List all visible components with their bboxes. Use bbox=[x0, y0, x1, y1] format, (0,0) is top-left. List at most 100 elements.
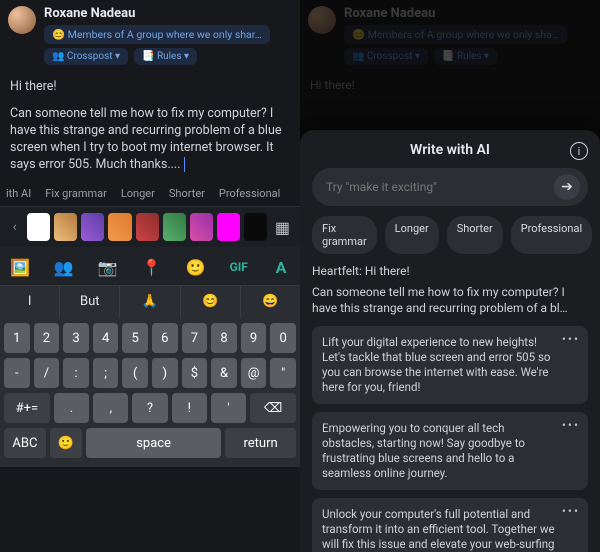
suggestion-with-ai[interactable]: ith AI bbox=[6, 187, 31, 200]
key-0[interactable]: 0 bbox=[270, 323, 296, 353]
ai-result-card[interactable]: Empowering you to conquer all tech obsta… bbox=[312, 412, 588, 490]
gif-icon[interactable]: GIF bbox=[230, 257, 248, 277]
location-icon[interactable]: 📍 bbox=[142, 257, 162, 277]
key-at[interactable]: @ bbox=[241, 358, 267, 388]
key-period[interactable]: . bbox=[54, 393, 89, 423]
swatch-3[interactable] bbox=[81, 213, 104, 241]
key-backspace[interactable]: ⌫ bbox=[250, 393, 296, 423]
prediction-4[interactable]: 😊 bbox=[181, 286, 241, 317]
key-7[interactable]: 7 bbox=[182, 323, 208, 353]
pill-fix-grammar[interactable]: Fix grammar bbox=[312, 216, 377, 254]
key-8[interactable]: 8 bbox=[211, 323, 237, 353]
more-icon[interactable]: ••• bbox=[562, 332, 580, 348]
feeling-icon[interactable]: 🙂 bbox=[186, 257, 206, 277]
write-with-ai-screen: Roxane Nadeau 😊 Members of A group where… bbox=[300, 0, 600, 552]
swatch-prev-icon[interactable]: ‹ bbox=[6, 213, 23, 241]
key-semicolon[interactable]: ; bbox=[93, 358, 119, 388]
key-symbols[interactable]: #+= bbox=[4, 393, 50, 423]
key-rparen[interactable]: ) bbox=[152, 358, 178, 388]
swatch-5[interactable] bbox=[136, 213, 159, 241]
ai-result-text: Empowering you to conquer all tech obsta… bbox=[322, 421, 525, 480]
text-style-icon[interactable]: A bbox=[272, 257, 290, 277]
key-lparen[interactable]: ( bbox=[122, 358, 148, 388]
keyboard-row-3: #+= . , ? ! ' ⌫ bbox=[4, 393, 296, 423]
ai-prompt-input[interactable] bbox=[326, 180, 554, 194]
key-1[interactable]: 1 bbox=[4, 323, 30, 353]
ai-source-summary: Can someone tell me how to fix my comput… bbox=[312, 284, 588, 316]
key-abc[interactable]: ABC bbox=[4, 428, 46, 458]
prediction-2[interactable]: But bbox=[60, 286, 120, 317]
keyboard-predictions: I But 🙏 😊 😄 bbox=[0, 285, 300, 317]
key-dash[interactable]: - bbox=[4, 358, 30, 388]
key-dollar[interactable]: $ bbox=[182, 358, 208, 388]
key-emoji[interactable]: 🙂 bbox=[50, 428, 82, 458]
info-icon[interactable]: i bbox=[570, 142, 588, 160]
key-2[interactable]: 2 bbox=[34, 323, 60, 353]
ai-sheet: Write with AI i ➔ Fix grammar Longer Sho… bbox=[300, 130, 600, 552]
suggestion-longer[interactable]: Longer bbox=[121, 187, 155, 200]
key-9[interactable]: 9 bbox=[241, 323, 267, 353]
dim-post-preview: Hi there! bbox=[300, 71, 600, 99]
key-colon[interactable]: : bbox=[63, 358, 89, 388]
key-3[interactable]: 3 bbox=[63, 323, 89, 353]
prediction-5[interactable]: 😄 bbox=[241, 286, 300, 317]
compose-text-area[interactable]: Hi there! Can someone tell me how to fix… bbox=[0, 71, 300, 181]
swatch-7[interactable] bbox=[190, 213, 213, 241]
suggestion-professional[interactable]: Professional bbox=[219, 187, 280, 200]
key-5[interactable]: 5 bbox=[122, 323, 148, 353]
swatch-more-icon[interactable]: ▦ bbox=[271, 213, 294, 241]
key-space[interactable]: space bbox=[86, 428, 221, 458]
ai-quick-pills: Fix grammar Longer Shorter Professional bbox=[312, 216, 588, 254]
prediction-3[interactable]: 🙏 bbox=[120, 286, 180, 317]
audience-chip[interactable]: 😊 Members of A group where we only shar… bbox=[44, 25, 270, 44]
user-name: Roxane Nadeau bbox=[344, 6, 592, 21]
avatar bbox=[308, 6, 336, 34]
key-quote[interactable]: " bbox=[270, 358, 296, 388]
swatch-4[interactable] bbox=[108, 213, 131, 241]
submit-prompt-icon[interactable]: ➔ bbox=[554, 174, 580, 200]
more-icon[interactable]: ••• bbox=[562, 418, 580, 434]
suggestion-fix-grammar[interactable]: Fix grammar bbox=[45, 187, 107, 200]
compose-screen: Roxane Nadeau 😊 Members of A group where… bbox=[0, 0, 300, 552]
camera-icon[interactable]: 📷 bbox=[98, 257, 118, 277]
more-icon[interactable]: ••• bbox=[562, 504, 580, 520]
ai-prompt-field[interactable]: ➔ bbox=[312, 168, 588, 206]
swatch-9[interactable] bbox=[244, 213, 267, 241]
swatch-2[interactable] bbox=[54, 213, 77, 241]
sheet-title: Write with AI bbox=[410, 142, 490, 158]
key-amp[interactable]: & bbox=[211, 358, 237, 388]
key-4[interactable]: 4 bbox=[93, 323, 119, 353]
key-apostrophe[interactable]: ' bbox=[211, 393, 246, 423]
ai-result-card[interactable]: Unlock your computer's full potential an… bbox=[312, 498, 588, 552]
ai-result-card[interactable]: Lift your digital experience to new heig… bbox=[312, 326, 588, 404]
audience-chip: 😊 Members of A group where we only sha… bbox=[344, 25, 567, 44]
key-exclaim[interactable]: ! bbox=[172, 393, 207, 423]
swatch-8[interactable] bbox=[217, 213, 240, 241]
post-greeting: Hi there! bbox=[10, 79, 290, 96]
background-swatches: ‹ ▦ bbox=[0, 207, 300, 247]
prediction-1[interactable]: I bbox=[0, 286, 60, 317]
keyboard: 1 2 3 4 5 6 7 8 9 0 - / : ; ( ) $ & @ " … bbox=[0, 317, 300, 467]
pill-longer[interactable]: Longer bbox=[385, 216, 439, 254]
key-6[interactable]: 6 bbox=[152, 323, 178, 353]
image-icon[interactable]: 🖼️ bbox=[10, 257, 30, 277]
pill-professional[interactable]: Professional bbox=[511, 216, 592, 254]
suggestion-shorter[interactable]: Shorter bbox=[169, 187, 205, 200]
keyboard-row-2: - / : ; ( ) $ & @ " bbox=[4, 358, 296, 388]
crosspost-chip[interactable]: 👥 Crosspost ▾ bbox=[44, 48, 128, 65]
tag-people-icon[interactable]: 👥 bbox=[54, 257, 74, 277]
text-cursor bbox=[181, 157, 185, 172]
key-question[interactable]: ? bbox=[132, 393, 167, 423]
key-return[interactable]: return bbox=[225, 428, 296, 458]
post-body: Can someone tell me how to fix my comput… bbox=[10, 106, 281, 172]
swatch-6[interactable] bbox=[163, 213, 186, 241]
key-slash[interactable]: / bbox=[34, 358, 60, 388]
pill-shorter[interactable]: Shorter bbox=[447, 216, 503, 254]
compose-header: Roxane Nadeau 😊 Members of A group where… bbox=[0, 0, 300, 71]
swatch-1[interactable] bbox=[27, 213, 50, 241]
crosspost-chip: 👥 Crosspost ▾ bbox=[344, 48, 428, 65]
key-comma[interactable]: , bbox=[93, 393, 128, 423]
rules-chip[interactable]: 📑 Rules ▾ bbox=[134, 48, 197, 65]
avatar[interactable] bbox=[8, 6, 36, 34]
keyboard-row-1: 1 2 3 4 5 6 7 8 9 0 bbox=[4, 323, 296, 353]
